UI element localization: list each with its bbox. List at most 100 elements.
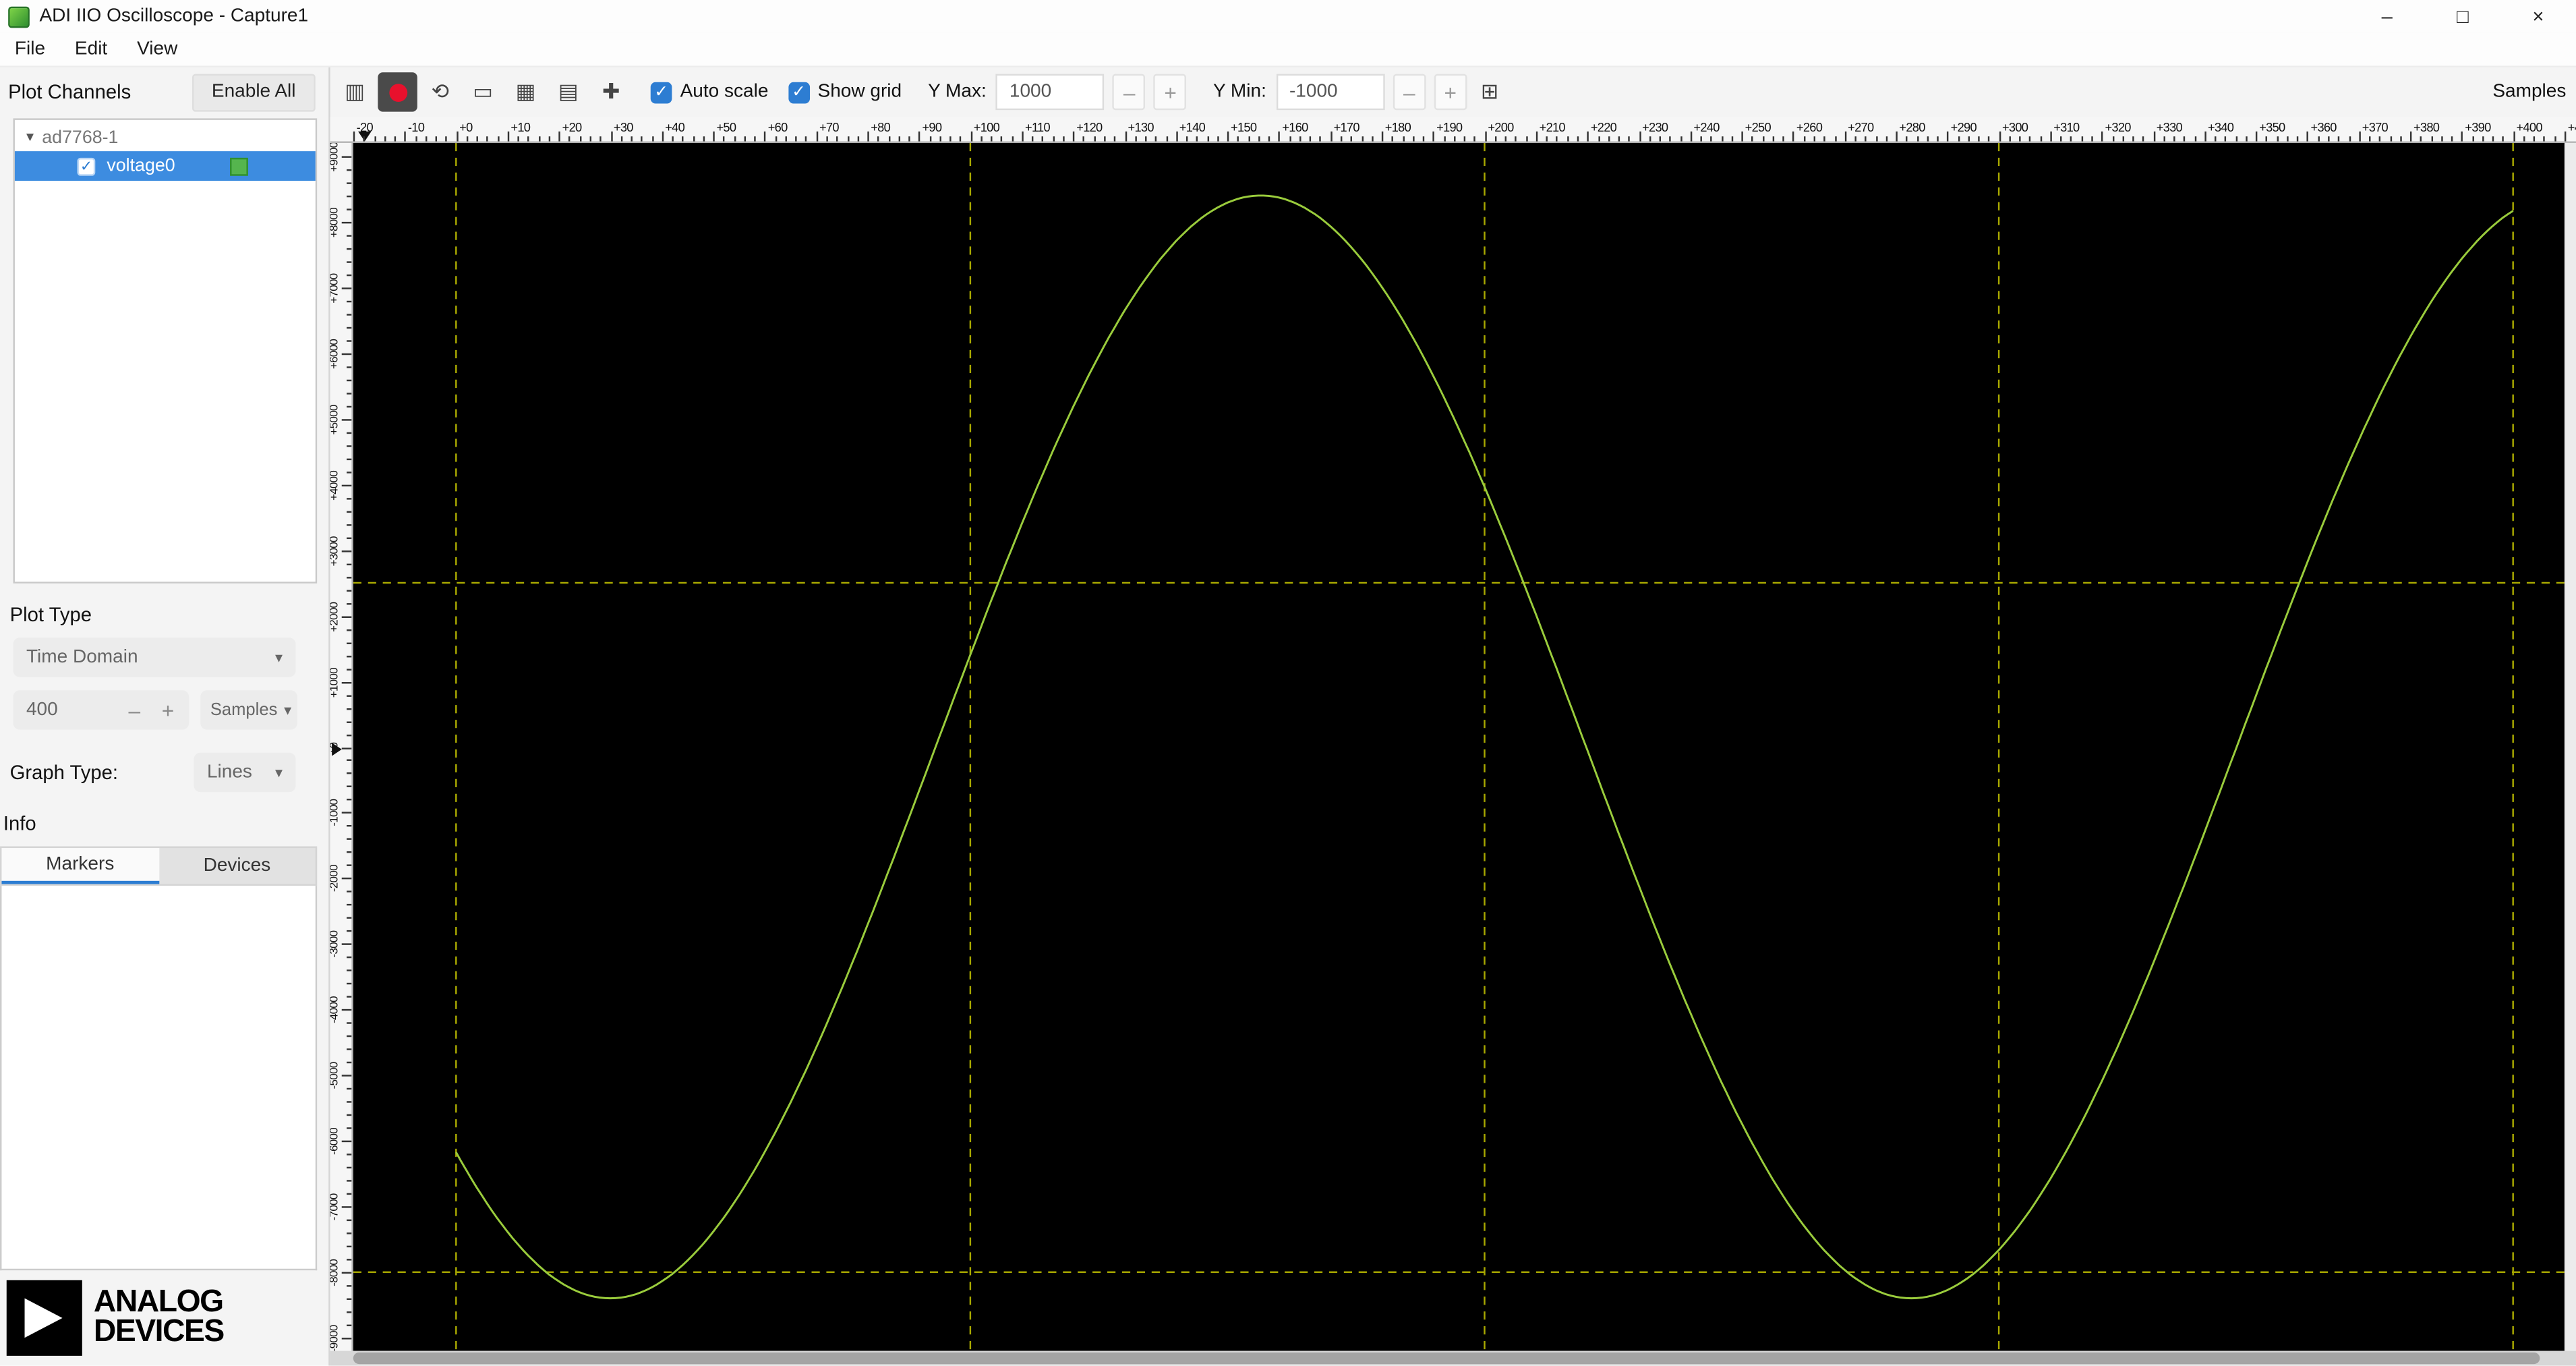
tab-devices[interactable]: Devices	[158, 848, 316, 884]
y-minor-tick	[347, 1088, 352, 1090]
x-minor-tick	[1032, 136, 1034, 142]
y-tick-label: -2000	[330, 865, 341, 893]
sample-count-decrement-button[interactable]: –	[128, 698, 140, 722]
new-plot-icon[interactable]: ⊞	[1470, 72, 1509, 111]
titlebar[interactable]: ADI IIO Oscilloscope - Capture1 – □ ×	[0, 0, 2576, 33]
menu-view[interactable]: View	[122, 39, 192, 59]
x-minor-tick	[589, 136, 592, 142]
x-minor-tick	[1875, 136, 1877, 142]
x-minor-tick	[1700, 136, 1703, 142]
x-minor-tick	[1823, 136, 1826, 142]
y-min-input[interactable]: -1000	[1276, 74, 1385, 111]
y-minor-tick	[347, 1298, 352, 1301]
record-icon	[388, 83, 407, 101]
y-minor-tick	[347, 851, 352, 854]
x-major-tick	[1896, 131, 1898, 142]
y-minor-tick	[347, 760, 352, 762]
plot-canvas[interactable]	[353, 142, 2565, 1351]
x-minor-tick	[538, 136, 540, 142]
x-minor-tick	[446, 136, 448, 142]
horizontal-scrollbar-thumb[interactable]	[353, 1353, 2540, 1365]
x-tick-label: +310	[2053, 119, 2080, 135]
menu-file[interactable]: File	[0, 39, 60, 59]
x-minor-tick	[2173, 136, 2175, 142]
channel-color-swatch[interactable]	[230, 156, 248, 175]
x-minor-tick	[826, 136, 828, 142]
y-minor-tick	[347, 313, 352, 316]
x-minor-tick	[1618, 136, 1620, 142]
x-minor-tick	[1165, 136, 1168, 142]
sample-count-stepper[interactable]: 400 – +	[13, 690, 189, 730]
y-tick-label: +3000	[330, 536, 341, 566]
y-minor-tick	[347, 510, 352, 513]
x-minor-tick	[1463, 136, 1466, 142]
x-minor-tick	[2142, 136, 2145, 142]
x-minor-tick	[1721, 136, 1723, 142]
show-grid-checkbox[interactable]: ✓	[788, 81, 810, 103]
x-major-tick	[1999, 131, 2001, 142]
x-minor-tick	[1186, 136, 1188, 142]
x-tick-label: -20	[356, 119, 374, 135]
plot-type-dropdown[interactable]: Time Domain ▾	[13, 637, 296, 677]
x-minor-tick	[1906, 136, 1908, 142]
x-minor-tick	[2060, 136, 2063, 142]
waveform-svg	[353, 142, 2565, 1351]
minimize-button[interactable]: –	[2349, 0, 2425, 33]
x-minor-tick	[517, 136, 520, 142]
enable-all-button[interactable]: Enable All	[192, 73, 316, 111]
x-minor-tick	[2040, 136, 2042, 142]
refresh-icon[interactable]: ⟲	[421, 72, 460, 111]
sample-count-increment-button[interactable]: +	[162, 698, 175, 722]
tree-expander-icon[interactable]: ▾	[26, 128, 34, 146]
x-minor-tick	[1104, 136, 1106, 142]
close-button[interactable]: ×	[2500, 0, 2576, 33]
maximize-button[interactable]: □	[2425, 0, 2500, 33]
horizontal-scrollbar[interactable]	[330, 1350, 2576, 1366]
auto-scale-checkbox[interactable]: ✓	[650, 81, 672, 103]
screenshot-icon[interactable]: ▭	[463, 72, 502, 111]
move-icon[interactable]: ✚	[591, 72, 631, 111]
x-minor-tick	[2029, 136, 2032, 142]
x-tick-label: +370	[2362, 119, 2389, 135]
x-minor-tick	[2534, 136, 2536, 142]
x-minor-tick	[1731, 136, 1733, 142]
x-minor-tick	[1392, 136, 1394, 142]
graph-type-dropdown[interactable]: Lines ▾	[194, 752, 296, 793]
x-tick-label: +260	[1796, 119, 1823, 135]
x-minor-tick	[1289, 136, 1291, 142]
waveform-line	[455, 194, 2514, 1300]
grid-view-icon[interactable]: ▦	[506, 72, 545, 111]
x-major-tick	[1535, 131, 1538, 142]
panels-icon[interactable]: ▥	[335, 72, 374, 111]
chevron-down-icon: ▾	[274, 763, 283, 780]
x-major-tick	[816, 131, 818, 142]
y-ruler-marker-icon	[332, 743, 342, 756]
x-tick-label: +290	[1950, 119, 1977, 135]
menu-edit[interactable]: Edit	[60, 39, 122, 59]
y-tick-label: +4000	[330, 470, 341, 501]
x-minor-tick	[980, 136, 983, 142]
y-max-decrement-button[interactable]: –	[1113, 74, 1146, 111]
x-major-tick	[867, 131, 869, 142]
x-minor-tick	[2492, 136, 2494, 142]
x-minor-tick	[2440, 136, 2443, 142]
tree-device-row[interactable]: ▾ ad7768-1	[15, 123, 316, 151]
y-min-decrement-button[interactable]: –	[1393, 74, 1426, 111]
x-major-tick	[918, 131, 921, 142]
tab-markers[interactable]: Markers	[1, 848, 159, 884]
x-tick-label: +360	[2310, 119, 2337, 135]
x-axis-unit-label: Samples	[2492, 82, 2567, 103]
tree-channel-row[interactable]: ✓ voltage0	[14, 151, 316, 181]
plot-layout-icon[interactable]: ▤	[549, 72, 588, 111]
vertical-scrollbar[interactable]	[2564, 142, 2576, 1351]
y-min-increment-button[interactable]: +	[1434, 74, 1467, 111]
channel-checkbox[interactable]: ✓	[77, 156, 96, 175]
y-tick-label: -7000	[330, 1193, 341, 1221]
y-max-increment-button[interactable]: +	[1154, 74, 1187, 111]
y-max-input[interactable]: 1000	[996, 74, 1105, 111]
x-minor-tick	[1978, 136, 1980, 142]
sample-unit-dropdown[interactable]: Samples ▾	[200, 690, 297, 730]
sidebar: Plot Channels Enable All ▾ ad7768-1 ✓ vo…	[0, 67, 329, 1366]
capture-record-button[interactable]	[378, 72, 417, 112]
y-tick-label: +8000	[330, 207, 341, 238]
